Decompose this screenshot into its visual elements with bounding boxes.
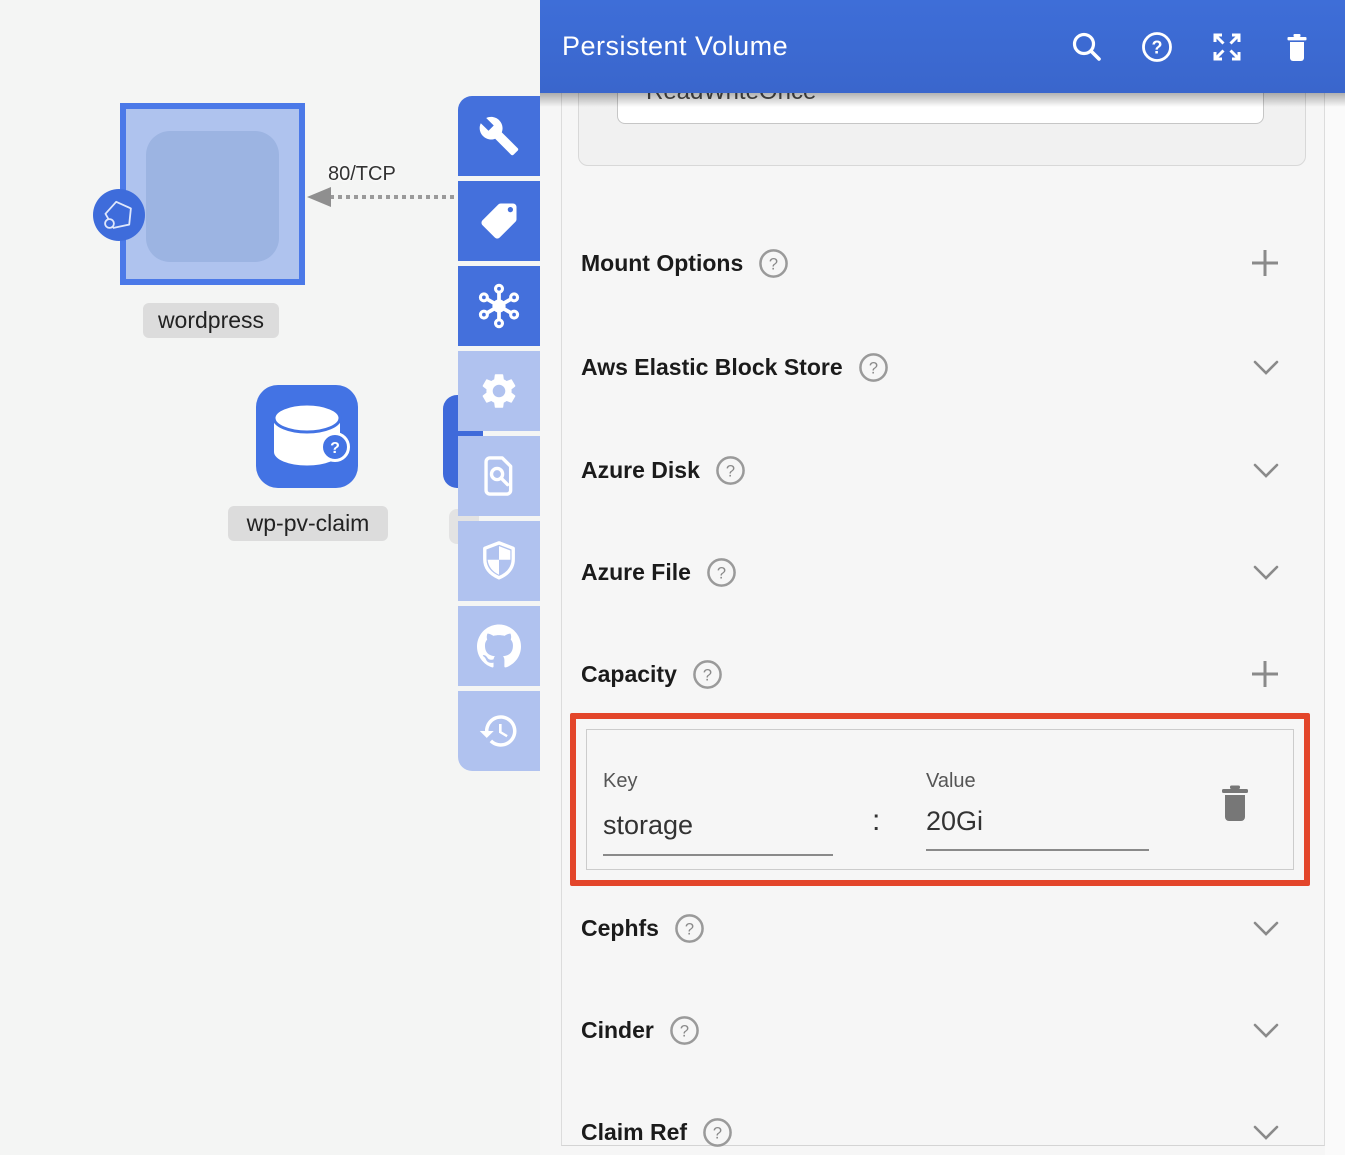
section-claim-ref[interactable]: Claim Ref ?: [581, 1114, 1281, 1150]
section-azure-disk[interactable]: Azure Disk ?: [581, 452, 1281, 488]
document-search-icon: [478, 454, 520, 498]
persistent-volume-panel: ReadWriteOnce Persistent Volume ?: [540, 0, 1345, 1155]
capacity-entry-highlight: Key storage : Value 20Gi: [570, 713, 1310, 886]
tag-icon: [478, 200, 520, 242]
node-wp-pv-claim[interactable]: ?: [256, 385, 358, 488]
node-label-wp-pv-claim: wp-pv-claim: [228, 506, 388, 541]
help-icon[interactable]: ?: [1139, 29, 1175, 65]
svg-text:?: ?: [717, 564, 726, 582]
help-icon[interactable]: ?: [858, 352, 889, 383]
question-badge-glyph: ?: [330, 440, 340, 457]
value-input[interactable]: 20Gi: [926, 806, 983, 837]
svg-text:?: ?: [703, 666, 712, 684]
shield-icon: [478, 539, 520, 583]
help-icon[interactable]: ?: [702, 1117, 733, 1148]
key-label: Key: [603, 770, 637, 793]
svg-text:?: ?: [769, 255, 778, 273]
help-icon[interactable]: ?: [715, 455, 746, 486]
toolbar-button-properties[interactable]: [458, 96, 540, 176]
node-wordpress-inner: [146, 131, 279, 262]
panel-scroll-gutter: [1325, 0, 1345, 1155]
delete-icon[interactable]: [1279, 29, 1315, 65]
panel-title: Persistent Volume: [562, 31, 1069, 62]
section-cinder[interactable]: Cinder ?: [581, 1012, 1281, 1048]
diagram-canvas[interactable]: wordpress 80/TCP ? wp-pv-claim: [0, 0, 540, 1155]
chevron-down-icon[interactable]: [1251, 920, 1281, 938]
help-icon[interactable]: ?: [669, 1015, 700, 1046]
hub-icon: [476, 283, 522, 329]
panel-header: Persistent Volume ?: [540, 0, 1345, 93]
toolbar-button-search-docs[interactable]: [458, 436, 540, 516]
section-title: Mount Options: [581, 250, 743, 277]
section-cephfs[interactable]: Cephfs ?: [581, 910, 1281, 946]
header-shadow: [540, 93, 1345, 107]
svg-text:?: ?: [869, 359, 878, 377]
key-input-underline: [603, 854, 833, 856]
section-azure-file[interactable]: Azure File ?: [581, 554, 1281, 590]
toolbar-button-settings[interactable]: [458, 351, 540, 431]
history-icon: [478, 710, 520, 752]
chevron-down-icon[interactable]: [1251, 462, 1281, 480]
expand-icon[interactable]: [1209, 29, 1245, 65]
key-input[interactable]: storage: [603, 810, 693, 841]
svg-text:?: ?: [680, 1022, 689, 1040]
add-icon[interactable]: [1249, 658, 1281, 690]
section-title: Aws Elastic Block Store: [581, 354, 843, 381]
pod-badge-icon: [93, 189, 145, 241]
node-label-wordpress: wordpress: [143, 303, 279, 338]
database-icon: ?: [256, 385, 358, 488]
help-icon[interactable]: ?: [674, 913, 705, 944]
section-title: Cephfs: [581, 915, 659, 942]
section-mount-options[interactable]: Mount Options ?: [581, 245, 1281, 281]
svg-text:?: ?: [726, 462, 735, 480]
gear-icon: [478, 370, 520, 412]
value-input-underline: [926, 849, 1149, 851]
edge-port-label: 80/TCP: [328, 163, 396, 186]
chevron-down-icon[interactable]: [1251, 359, 1281, 377]
capacity-key-value-row: Key storage : Value 20Gi: [586, 729, 1294, 870]
section-title: Cinder: [581, 1017, 654, 1044]
section-title: Capacity: [581, 661, 677, 688]
diagram-toolbar: [458, 96, 540, 776]
help-icon[interactable]: ?: [758, 248, 789, 279]
help-glyph: ?: [1152, 37, 1163, 57]
search-icon[interactable]: [1069, 29, 1105, 65]
help-icon[interactable]: ?: [692, 659, 723, 690]
toolbar-button-labels[interactable]: [458, 181, 540, 261]
add-icon[interactable]: [1249, 247, 1281, 279]
section-title: Azure Disk: [581, 457, 700, 484]
key-value-separator: :: [872, 804, 880, 838]
delete-entry-icon[interactable]: [1219, 784, 1251, 824]
wrench-icon: [478, 115, 520, 157]
value-label: Value: [926, 770, 976, 793]
chevron-down-icon[interactable]: [1251, 564, 1281, 582]
section-capacity[interactable]: Capacity ?: [581, 656, 1281, 692]
toolbar-button-history[interactable]: [458, 691, 540, 771]
chevron-down-icon[interactable]: [1251, 1124, 1281, 1142]
edge-port-line: [330, 195, 457, 199]
section-title: Azure File: [581, 559, 691, 586]
section-aws-elastic-block-store[interactable]: Aws Elastic Block Store ?: [581, 349, 1281, 385]
github-icon: [477, 624, 521, 668]
svg-text:?: ?: [685, 920, 694, 938]
node-wordpress[interactable]: [120, 103, 305, 285]
svg-text:?: ?: [713, 1124, 722, 1142]
toolbar-button-security[interactable]: [458, 521, 540, 601]
help-icon[interactable]: ?: [706, 557, 737, 588]
toolbar-button-hub[interactable]: [458, 266, 540, 346]
edge-arrowhead-icon: [307, 187, 331, 207]
toolbar-button-github[interactable]: [458, 606, 540, 686]
chevron-down-icon[interactable]: [1251, 1022, 1281, 1040]
section-title: Claim Ref: [581, 1119, 687, 1146]
